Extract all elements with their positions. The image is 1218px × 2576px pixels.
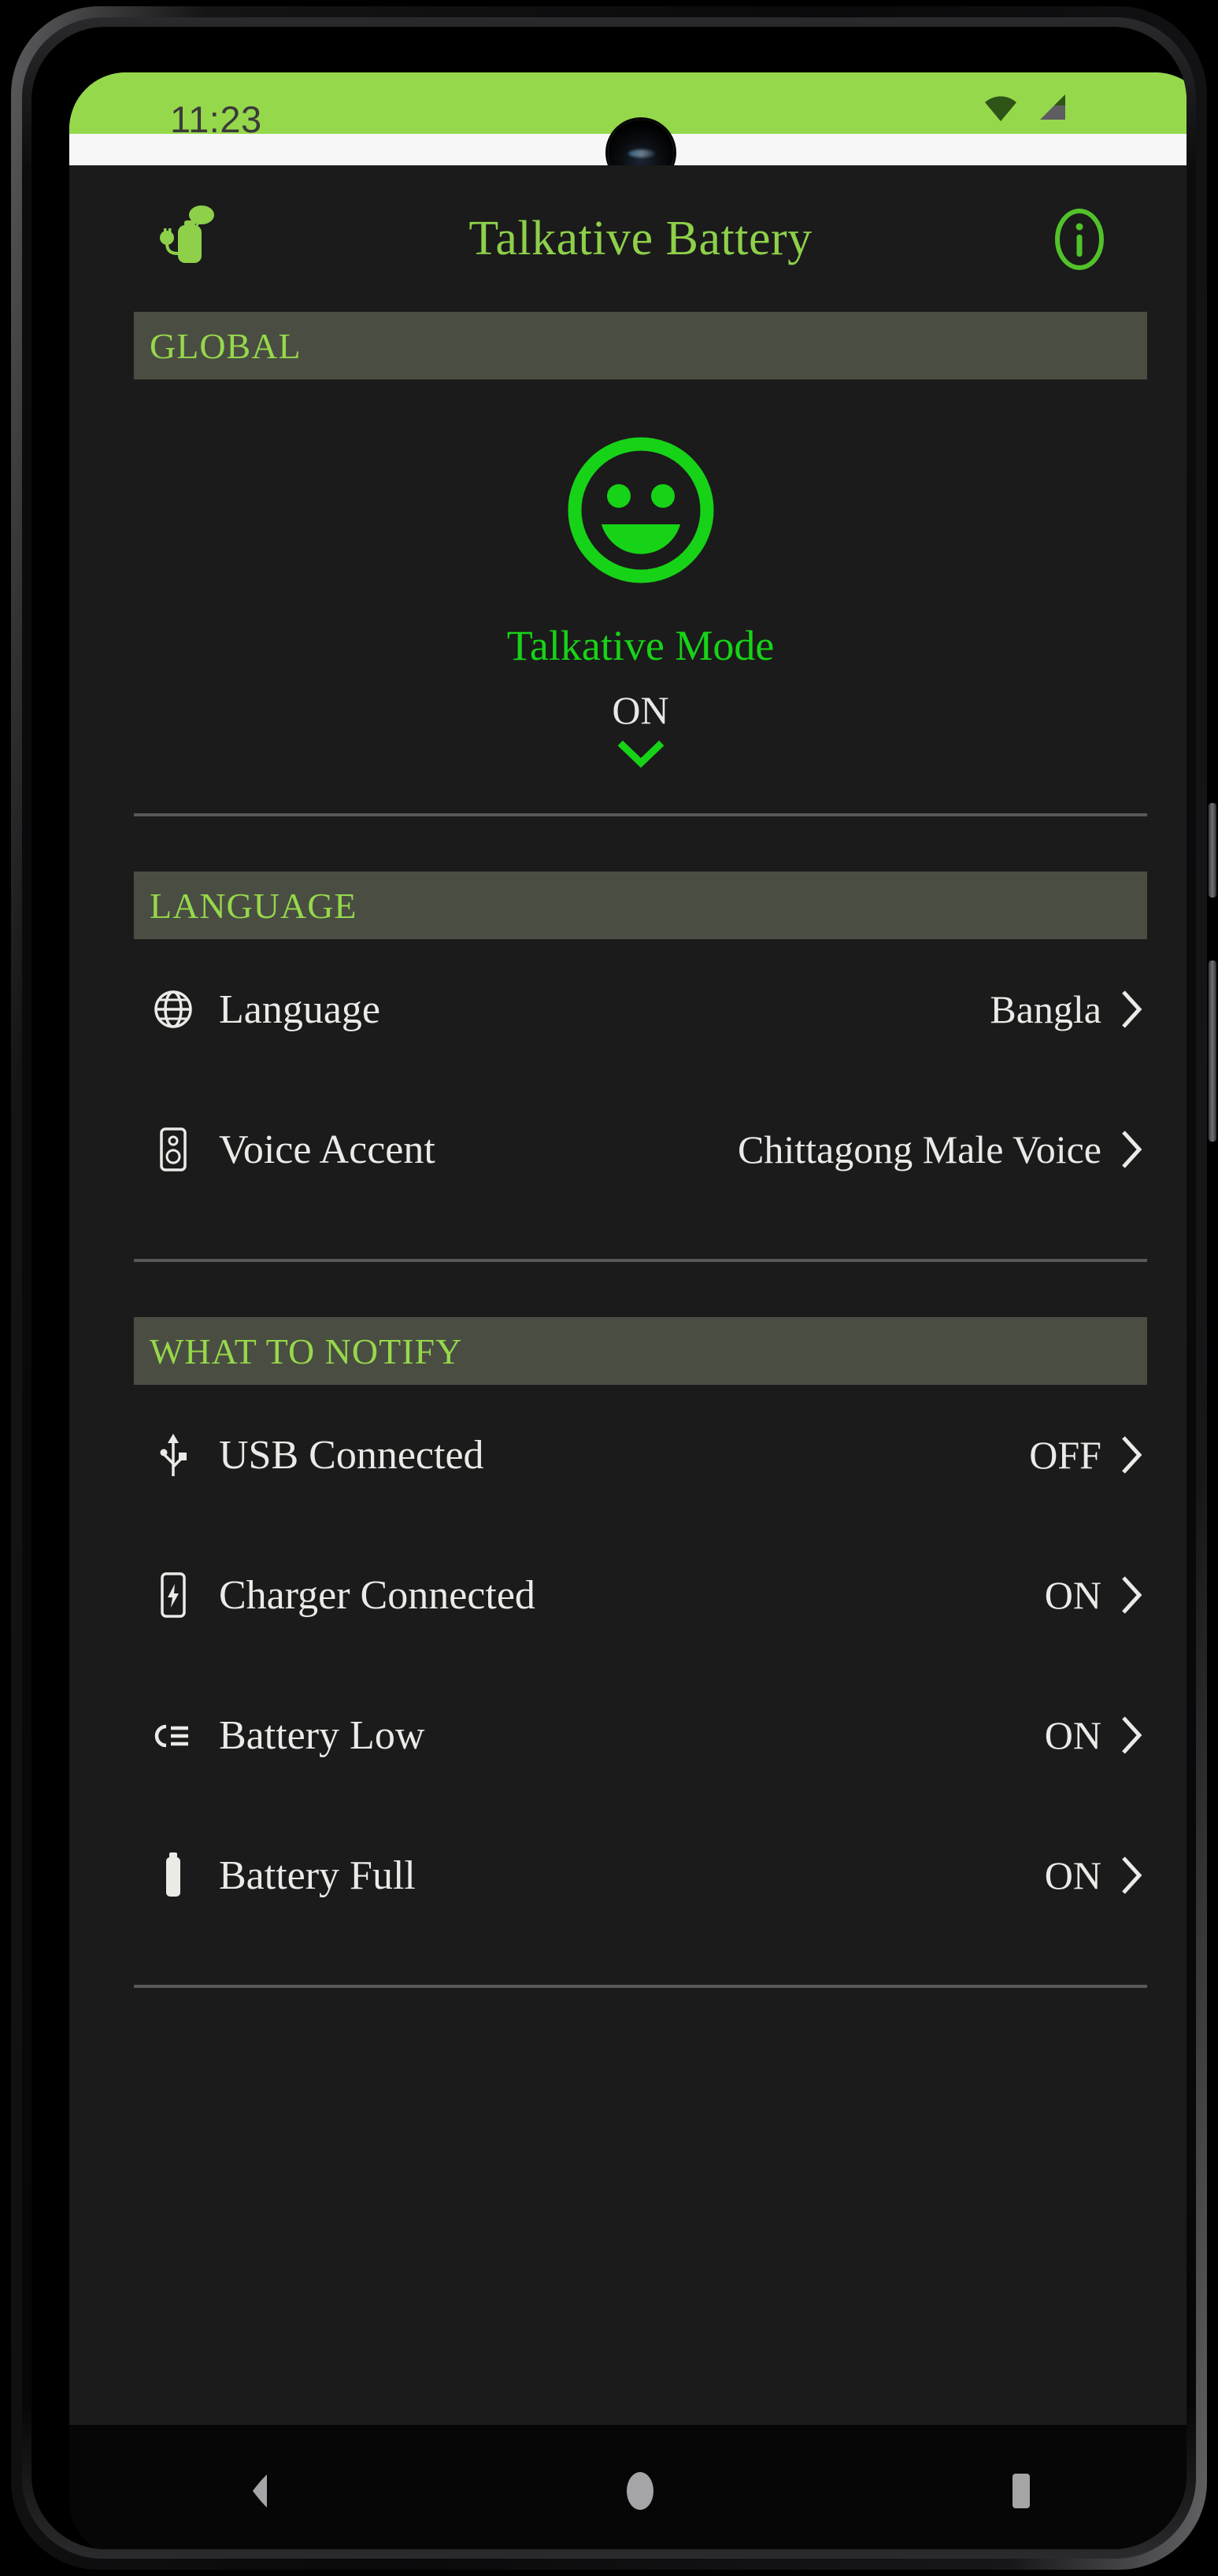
cellular-signal-icon [1034,93,1068,128]
language-rows: Language Bangla Voice Accent Chittagong … [69,939,1187,1220]
home-icon[interactable] [589,2452,691,2530]
smiley-face-icon [562,431,720,593]
chevron-right-icon [1119,987,1146,1031]
phone-screen: 11:23 Talkative Battery GLOBAL Talkative… [69,72,1187,2549]
talkative-mode-value: ON [612,688,669,732]
chevron-right-icon [1119,1433,1146,1477]
settings-row-label: Language [219,986,381,1032]
speaker-icon [135,1127,211,1172]
page-title: Talkative Battery [468,211,813,265]
section-header-language: LANGUAGE [134,872,1147,939]
settings-row-value: Chittagong Male Voice [738,1127,1101,1171]
back-icon[interactable] [209,2452,311,2530]
settings-row-value: ON [1044,1853,1101,1897]
section-header-what-to-notify: WHAT TO NOTIFY [134,1317,1147,1385]
talkative-mode-block[interactable]: Talkative Mode ON [69,379,1187,774]
phone-bezel-inner: 11:23 Talkative Battery GLOBAL Talkative… [31,27,1187,2549]
settings-row-language[interactable]: Language Bangla [69,939,1187,1079]
talkative-battery-logo-icon [156,205,219,272]
chevron-right-icon [1119,1573,1146,1617]
section-header-label: LANGUAGE [150,885,357,926]
status-bar-icons [982,93,1068,128]
settings-row-usb-connected[interactable]: USB Connected OFF [69,1385,1187,1525]
section-header-label: WHAT TO NOTIFY [150,1331,463,1371]
settings-row-value: ON [1044,1713,1101,1757]
settings-row-battery-low[interactable]: Battery Low ON [69,1665,1187,1805]
charging-phone-icon [135,1571,211,1619]
settings-row-voice-accent[interactable]: Voice Accent Chittagong Male Voice [69,1079,1187,1220]
app-bar: Talkative Battery [69,165,1187,312]
status-bar-clock: 11:23 [170,98,262,140]
notify-rows: USB Connected OFF Charger Connected ON B… [69,1385,1187,1945]
power-button[interactable] [1209,960,1216,1142]
settings-row-value: OFF [1029,1433,1101,1477]
settings-row-label: Battery Full [219,1852,416,1898]
chevron-right-icon [1119,1127,1146,1171]
phone-frame: 11:23 Talkative Battery GLOBAL Talkative… [0,0,1218,2576]
talkative-mode-label: Talkative Mode [506,622,775,669]
battery-full-icon [135,1851,211,1900]
usb-icon [135,1430,211,1479]
settings-row-label: Voice Accent [219,1127,435,1172]
settings-row-label: Battery Low [219,1712,425,1758]
settings-row-value: ON [1044,1573,1101,1617]
chevron-right-icon [1119,1853,1146,1897]
settings-row-battery-full[interactable]: Battery Full ON [69,1805,1187,1945]
settings-content: GLOBAL Talkative Mode ON LANGUAGE Langua… [69,312,1187,2287]
battery-low-icon [135,1715,211,1755]
settings-row-charger-connected[interactable]: Charger Connected ON [69,1525,1187,1665]
settings-row-label: Charger Connected [219,1572,535,1618]
settings-row-label: USB Connected [219,1432,484,1478]
volume-button[interactable] [1209,803,1216,898]
chevron-down-icon[interactable] [69,739,1187,774]
status-bar: 11:23 [69,72,1187,186]
wifi-icon [982,93,1020,128]
info-icon[interactable] [1046,206,1112,272]
globe-icon [135,988,211,1031]
camera-lens-glint [628,150,655,157]
system-navigation-bar [69,2425,1187,2549]
chevron-right-icon [1119,1713,1146,1757]
content-filler [69,1988,1187,2287]
section-header-global: GLOBAL [134,312,1147,379]
section-header-label: GLOBAL [150,325,302,366]
recents-icon[interactable] [970,2452,1072,2530]
settings-row-value: Bangla [990,987,1101,1031]
